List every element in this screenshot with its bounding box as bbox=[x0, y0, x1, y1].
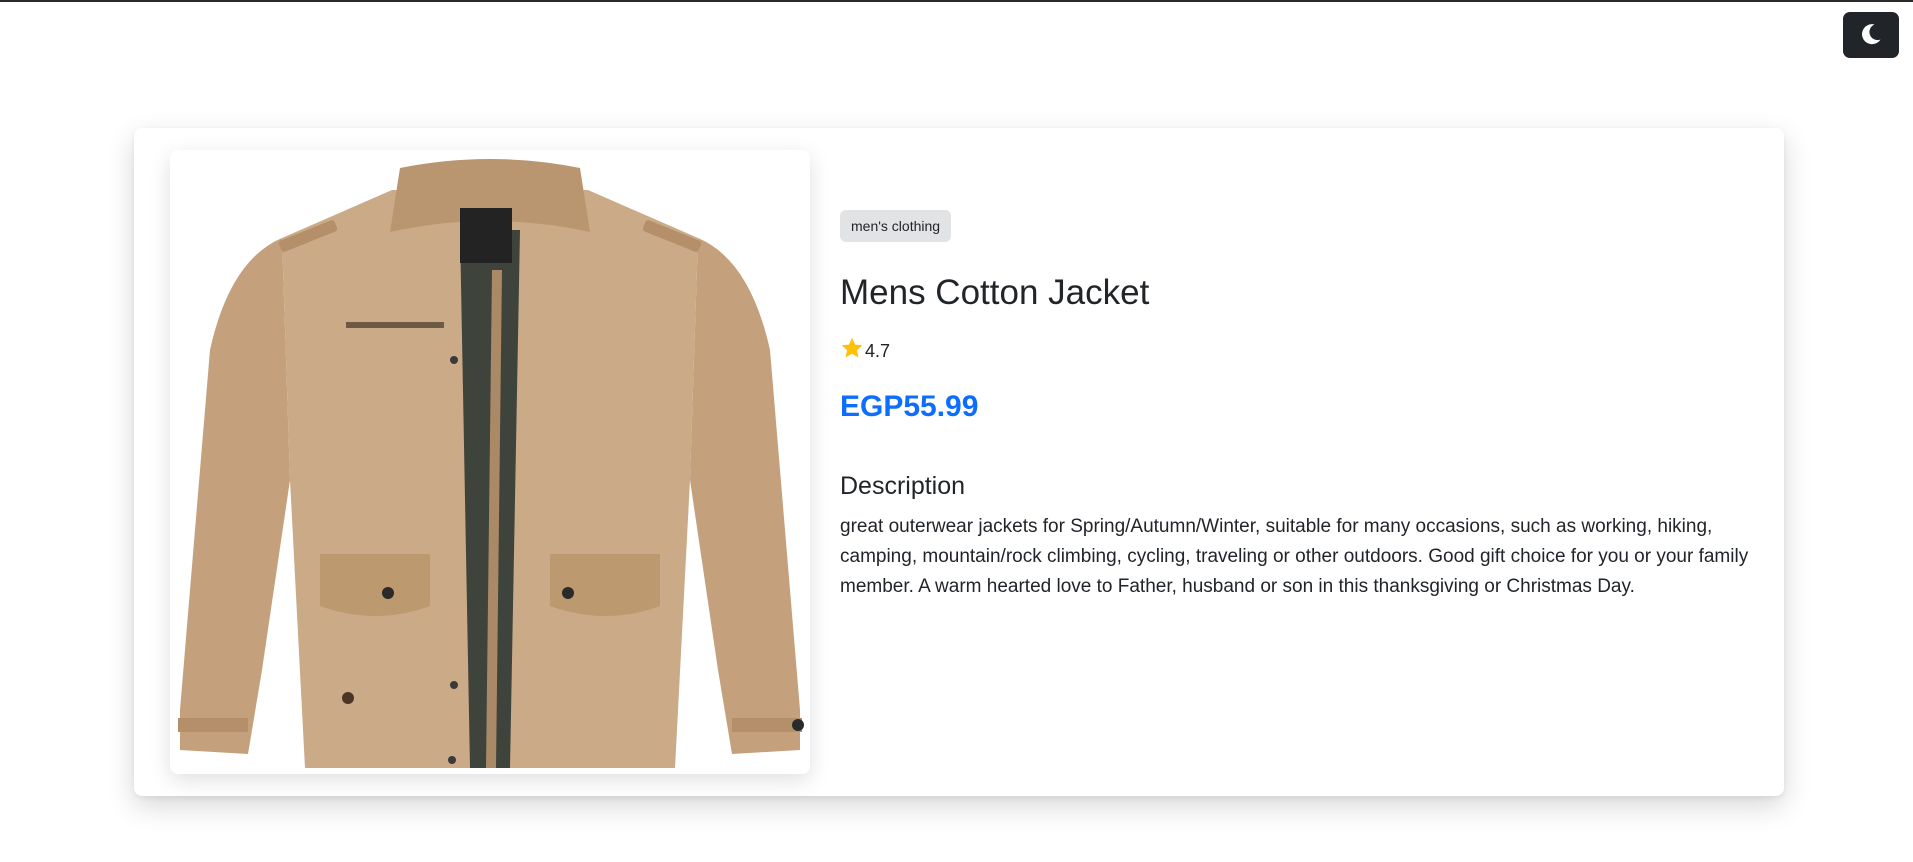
product-info: men's clothing Mens Cotton Jacket 4.7 EG… bbox=[840, 210, 1752, 621]
product-description: great outerwear jackets for Spring/Autum… bbox=[840, 516, 1749, 597]
product-image bbox=[170, 150, 810, 774]
category-badge: men's clothing bbox=[840, 210, 952, 242]
top-divider bbox=[0, 0, 1913, 2]
product-price: EGP55.99 bbox=[840, 390, 979, 423]
product-title: Mens Cotton Jacket bbox=[840, 273, 1150, 312]
product-card: men's clothing Mens Cotton Jacket 4.7 EG… bbox=[134, 128, 1784, 796]
star-icon bbox=[840, 336, 865, 366]
product-rating: 4.7 bbox=[840, 336, 1752, 366]
description-heading: Description bbox=[840, 472, 966, 500]
moon-icon bbox=[1859, 22, 1883, 49]
rating-value: 4.7 bbox=[865, 341, 891, 361]
theme-toggle-button[interactable] bbox=[1843, 12, 1899, 58]
